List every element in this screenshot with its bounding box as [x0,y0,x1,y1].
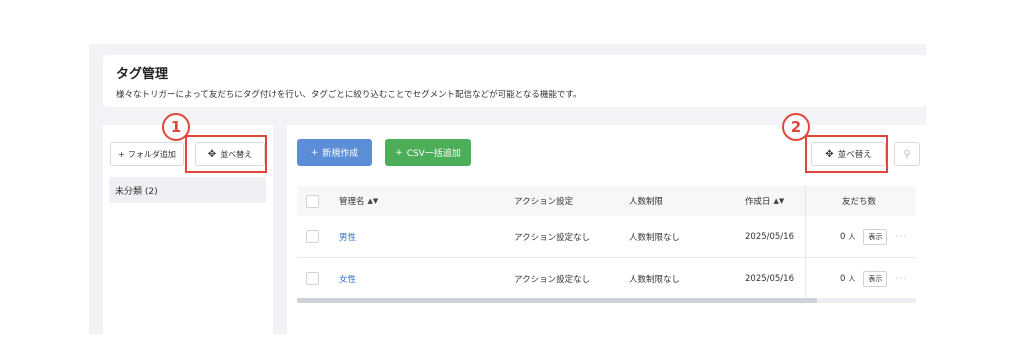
friends-count-cell: 0 人 表示 ··· [840,258,907,299]
add-folder-button[interactable]: + フォルダ追加 [110,142,184,166]
column-header-friends: 友だち数 [842,197,877,207]
plus-icon: + [118,149,125,159]
more-icon[interactable]: ··· [895,274,907,284]
table-row: 女性 アクション設定なし 人数制限なし 2025/05/16 0 人 表示 ··… [297,258,916,300]
callout-badge-2: 2 [782,113,810,141]
column-header-created[interactable]: 作成日 ▲▼ [745,186,784,216]
horizontal-scrollbar[interactable] [297,298,916,303]
count-unit: 人 [848,274,856,283]
table-header: 管理名 ▲▼ アクション設定 人数制限 作成日 ▲▼ 友だち数 [297,186,916,216]
show-button[interactable]: 表示 [863,270,888,287]
column-name-label: 管理名 [339,197,365,207]
search-button[interactable]: ⚲ [894,142,920,166]
column-divider [805,186,806,299]
row-checkbox[interactable] [306,230,319,243]
friends-count: 0 [840,273,846,284]
search-icon: ⚲ [903,148,911,160]
tag-table: 管理名 ▲▼ アクション設定 人数制限 作成日 ▲▼ 友だち数 男性 アクション… [297,186,916,300]
sort-icon: ▲▼ [367,197,379,205]
column-header-action: アクション設定 [514,197,574,207]
page-description: 様々なトリガーによって友だちにタグ付けを行い、タグごとに絞り込むことでセグメント… [116,90,582,100]
callout-highlight-1 [185,135,267,173]
row-checkbox[interactable] [306,272,319,285]
limit-setting: 人数制限なし [629,274,681,285]
friends-count: 0 [840,231,846,242]
more-icon[interactable]: ··· [895,232,907,242]
tag-name-link[interactable]: 女性 [339,258,356,299]
csv-bulk-add-button[interactable]: + CSV一括追加 [385,139,471,166]
new-tag-label: 新規作成 [322,149,359,159]
scrollbar-thumb[interactable] [297,298,817,303]
action-setting: アクション設定なし [514,274,591,285]
tag-name-link[interactable]: 男性 [339,216,356,257]
table-row: 男性 アクション設定なし 人数制限なし 2025/05/16 0 人 表示 ··… [297,216,916,258]
select-all-checkbox[interactable] [306,194,319,208]
created-date: 2025/05/16 [745,273,794,284]
action-setting: アクション設定なし [514,232,591,243]
folder-item-uncategorized[interactable]: 未分類 (2) [109,177,266,203]
page-title: タグ管理 [116,67,169,82]
callout-badge-1: 1 [162,113,190,141]
created-date: 2025/05/16 [745,231,794,242]
friends-count-cell: 0 人 表示 ··· [840,216,907,257]
select-all-cell [306,186,319,216]
new-tag-button[interactable]: + 新規作成 [297,139,372,166]
show-button[interactable]: 表示 [863,228,888,245]
plus-icon: + [310,147,319,158]
column-created-label: 作成日 [745,197,771,207]
column-header-limit: 人数制限 [629,197,664,207]
page-header: タグ管理 様々なトリガーによって友だちにタグ付けを行い、タグごとに絞り込むことで… [103,55,926,107]
column-header-name[interactable]: 管理名 ▲▼ [339,186,378,216]
limit-setting: 人数制限なし [629,232,681,243]
count-unit: 人 [848,232,856,241]
add-folder-label: フォルダ追加 [127,149,176,159]
callout-highlight-2 [805,135,888,173]
plus-icon: + [395,147,403,158]
csv-bulk-add-label: CSV一括追加 [406,149,461,159]
sort-icon: ▲▼ [773,197,785,205]
